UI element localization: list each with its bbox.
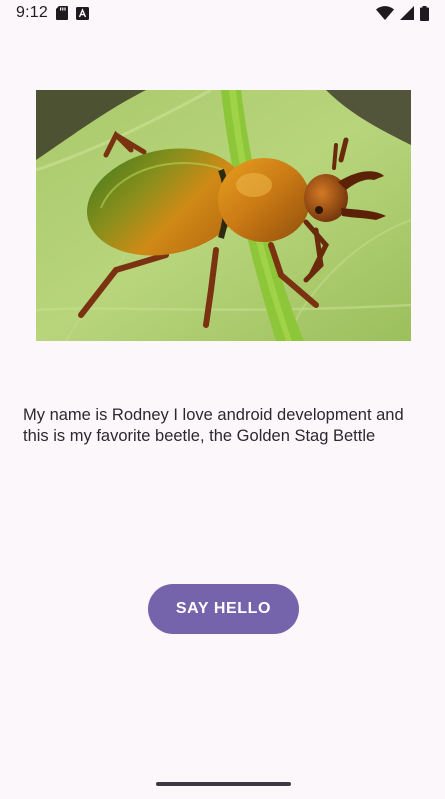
app-notification-icon [75, 6, 89, 20]
wifi-icon [376, 6, 394, 20]
app-screen: 9:12 My name is Rodney I love android de… [0, 0, 445, 799]
battery-icon [420, 5, 429, 21]
status-right [376, 5, 429, 21]
status-left: 9:12 [16, 4, 89, 22]
signal-icon [400, 6, 414, 20]
beetle-image [36, 90, 411, 341]
gesture-nav-handle[interactable] [156, 782, 291, 786]
say-hello-button[interactable]: SAY HELLO [148, 584, 299, 634]
description-text: My name is Rodney I love android develop… [23, 406, 404, 445]
sd-card-icon [55, 6, 68, 20]
status-bar: 9:12 [0, 0, 445, 26]
status-time: 9:12 [16, 4, 48, 21]
